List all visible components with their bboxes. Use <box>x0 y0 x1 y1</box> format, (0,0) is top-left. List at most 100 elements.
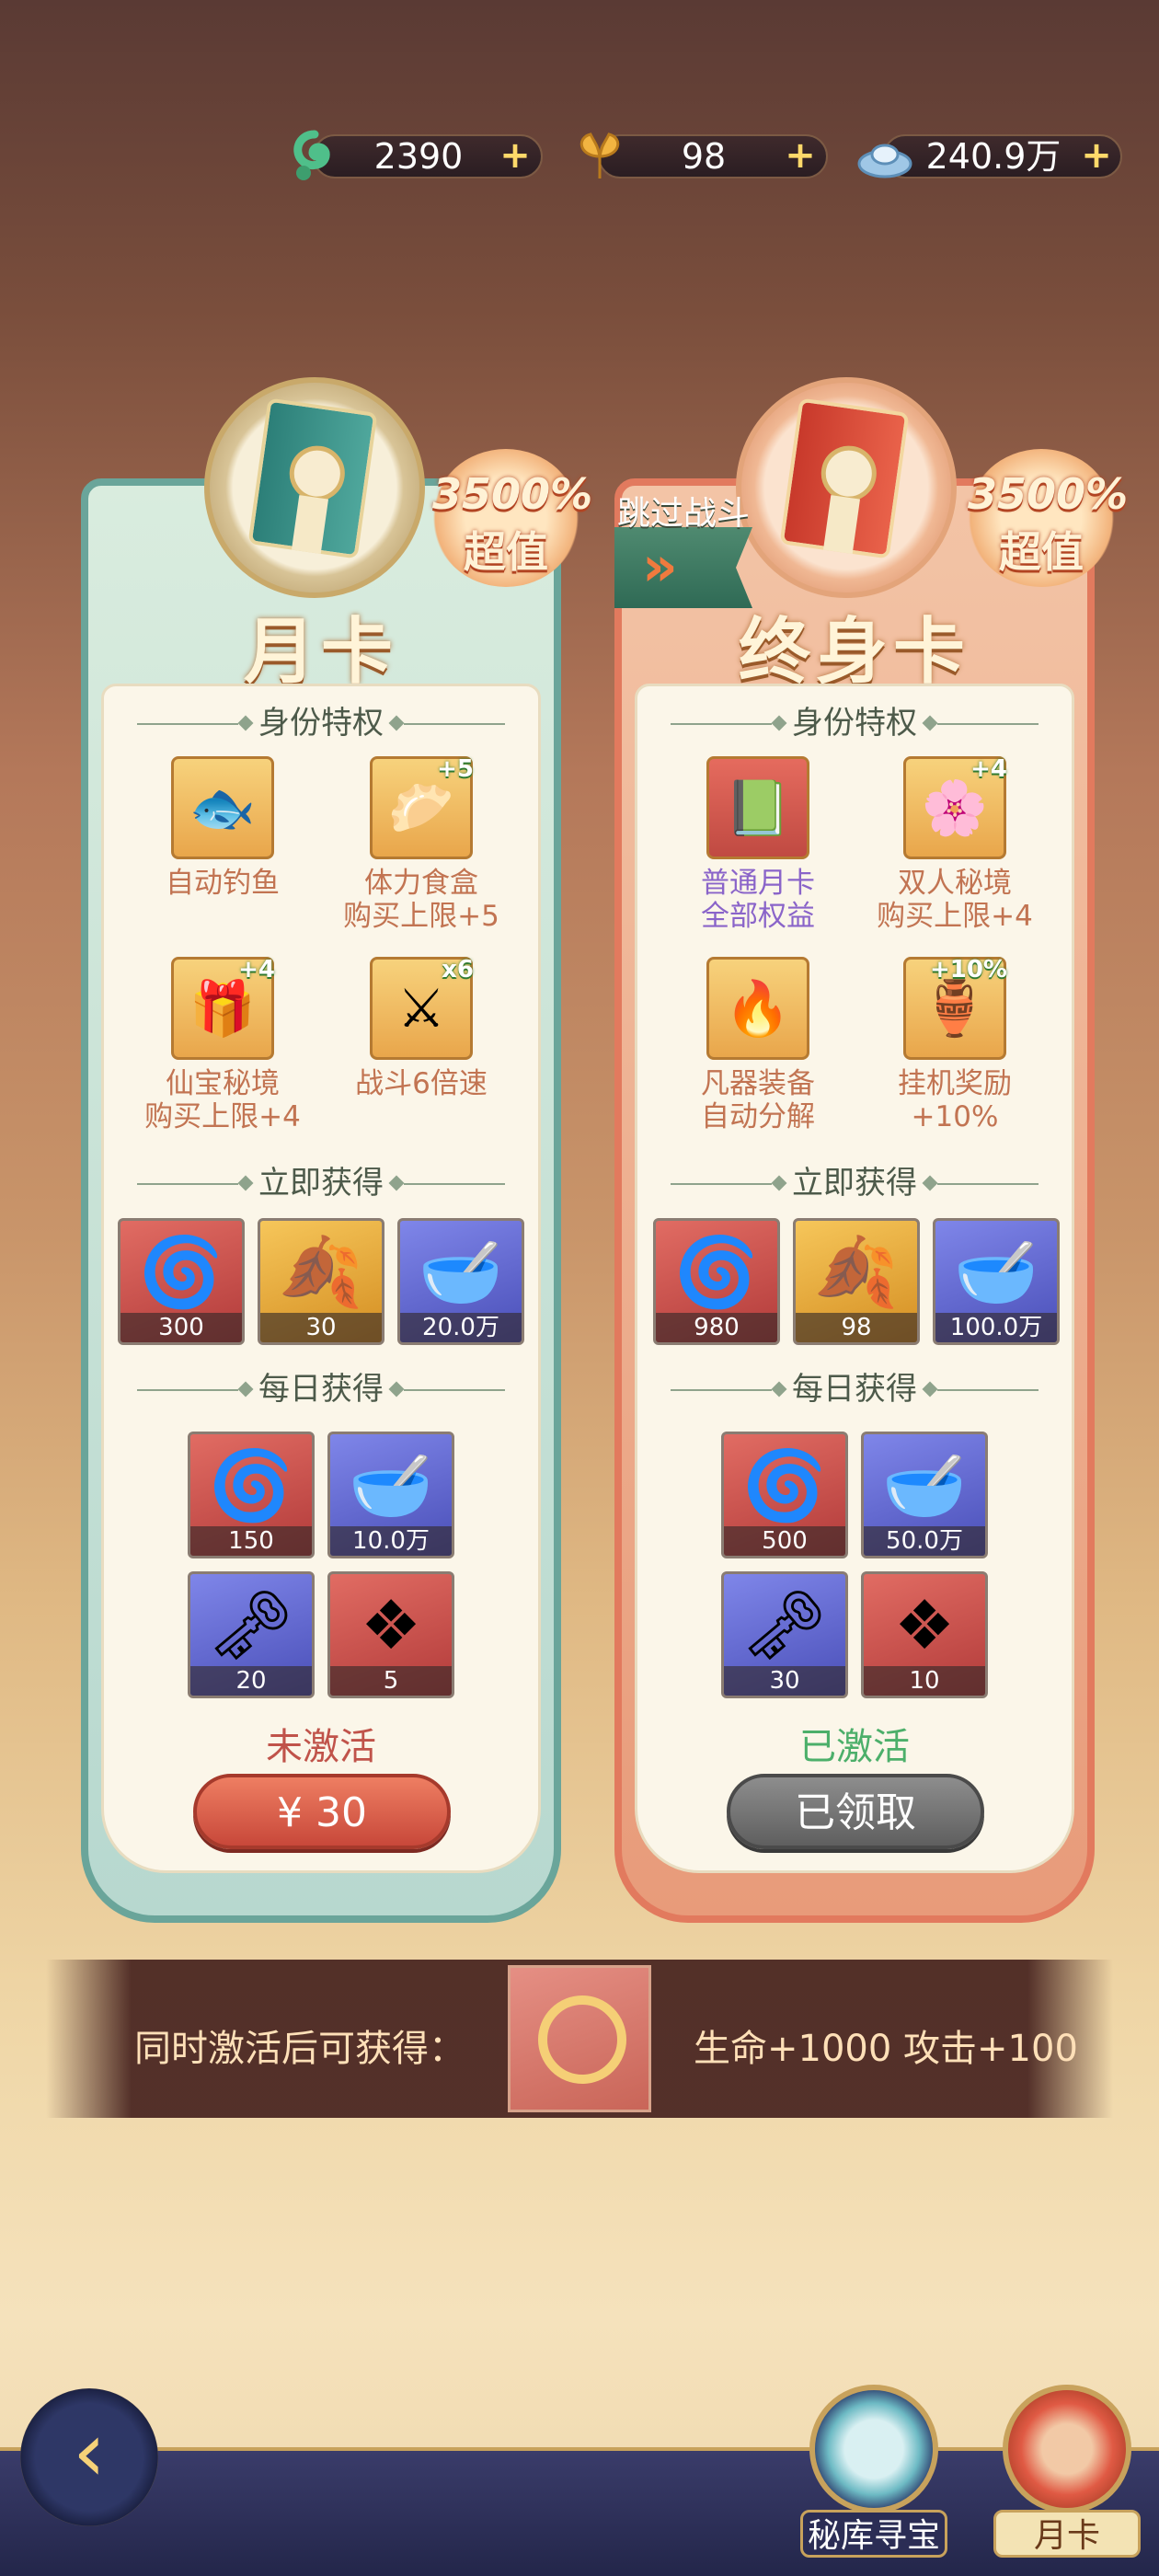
fire-swords-icon: 🔥 <box>724 976 792 1040</box>
reward-tile[interactable]: ❖ 10 <box>861 1571 988 1698</box>
koi-fish-icon: 🐟 <box>189 776 257 839</box>
reward-tile[interactable]: 🗝 30 <box>721 1571 848 1698</box>
lifetime-status: 已激活 <box>799 1726 910 1768</box>
fast-forward-icon: » <box>642 535 678 599</box>
reward-tile[interactable]: ❖ 5 <box>327 1571 454 1698</box>
buy-monthly-button[interactable]: ¥ 30 <box>193 1774 451 1849</box>
lifetime-badge-pct: 3500% <box>968 469 1129 519</box>
monthly-daily-header: 每日获得 <box>137 1371 505 1408</box>
red-gem-icon: ❖ <box>360 1586 422 1665</box>
flag-icon <box>614 527 752 608</box>
teal-book-icon <box>247 397 378 559</box>
reward-count: 150 <box>190 1526 312 1556</box>
monthly-badge-label: 超值 <box>464 527 548 577</box>
jade-icon: 🌀 <box>741 1446 828 1525</box>
reward-count: 10 <box>864 1666 985 1696</box>
reward-count: 98 <box>796 1313 917 1342</box>
reward-tile[interactable]: 🌀 500 <box>721 1432 848 1558</box>
reward-tile[interactable]: 🌀 300 <box>118 1218 245 1345</box>
perk-double-realm[interactable]: 🌸 +4 双人秘境 购买上限+4 <box>863 755 1047 933</box>
red-book-icon <box>779 397 910 559</box>
silver-currency: 240.9万 + <box>855 129 1127 184</box>
back-arrow-icon[interactable]: ‹ <box>20 2388 158 2526</box>
silver-ingot-icon: 🥣 <box>953 1233 1039 1312</box>
reward-count: 5 <box>330 1666 452 1696</box>
red-gem-icon: ❖ <box>893 1586 956 1665</box>
reward-count: 100.0万 <box>935 1313 1057 1342</box>
perk-auto-fishing[interactable]: 🐟 自动钓鱼 <box>131 756 315 900</box>
perk-label: 凡器装备 自动分解 <box>701 1067 815 1133</box>
reward-tile[interactable]: 🥣 10.0万 <box>327 1432 454 1558</box>
monthly-instant-header: 立即获得 <box>137 1165 505 1202</box>
reward-count: 30 <box>724 1666 845 1696</box>
perk-label: 双人秘境 购买上限+4 <box>877 867 1033 933</box>
lifetime-badge-label: 超值 <box>999 527 1084 577</box>
treasure-hunt-tab[interactable]: 秘库寻宝 <box>800 2385 947 2569</box>
reward-count: 20.0万 <box>400 1313 522 1342</box>
lifetime-daily-header: 每日获得 <box>671 1371 1039 1408</box>
perk-label: 仙宝秘境 购买上限+4 <box>144 1067 301 1133</box>
reward-tile[interactable]: 🍂 30 <box>258 1218 384 1345</box>
add-leaf-button[interactable]: + <box>784 137 817 174</box>
jade-icon: 🌀 <box>673 1233 760 1312</box>
reward-tile[interactable]: 🗝 20 <box>188 1571 315 1698</box>
reward-count: 20 <box>190 1666 312 1696</box>
lifetime-privileges-header: 身份特权 <box>671 705 1039 742</box>
golden-key-icon: 🗝 <box>741 1586 828 1665</box>
add-jade-button[interactable]: + <box>499 137 532 174</box>
monthly-card-label: 月卡 <box>993 2510 1141 2558</box>
silver-ingot-icon: 🥣 <box>881 1446 968 1525</box>
combined-bonus-bar: 同时激活后可获得： 生命+1000 攻击+100 <box>46 1960 1113 2118</box>
silver-ingot-icon: 🥣 <box>418 1233 504 1312</box>
reward-tile[interactable]: 🌀 150 <box>188 1432 315 1558</box>
perk-tag: +4 <box>238 956 275 983</box>
bonus-reward: 生命+1000 攻击+100 <box>694 2028 1078 2070</box>
leaf-value: 98 <box>681 136 727 177</box>
red-book-icon <box>1003 2385 1131 2513</box>
perk-auto-dismantle[interactable]: 🔥 凡器装备 自动分解 <box>666 957 850 1133</box>
monthly-card-title: 月卡 <box>243 610 398 694</box>
reward-tile[interactable]: 🥣 50.0万 <box>861 1432 988 1558</box>
treasure-hunt-label: 秘库寻宝 <box>800 2510 947 2558</box>
jade-icon: 🌀 <box>208 1446 294 1525</box>
perk-treasure-realm[interactable]: 🎁 +4 仙宝秘境 购买上限+4 <box>131 956 315 1133</box>
golden-key-icon: 🗝 <box>208 1586 294 1665</box>
reward-tile[interactable]: 🍂 98 <box>793 1218 920 1345</box>
reward-count: 980 <box>656 1313 777 1342</box>
add-silver-button[interactable]: + <box>1080 137 1113 174</box>
skip-battle-badge: » 跳过战斗 <box>605 483 762 612</box>
reward-tile[interactable]: 🌀 980 <box>653 1218 780 1345</box>
silver-value: 240.9万 <box>925 136 1061 177</box>
lifetime-value-badge: 3500% 超值 <box>968 449 1129 587</box>
reward-tile[interactable]: 🥣 20.0万 <box>397 1218 524 1345</box>
reward-count: 10.0万 <box>330 1526 452 1556</box>
silver-ingot-icon: 🥣 <box>348 1446 434 1525</box>
silver-ingot-icon <box>855 129 914 184</box>
golden-leaf-icon: 🍂 <box>813 1233 900 1312</box>
monthly-card-tab[interactable]: 月卡 <box>993 2385 1141 2569</box>
monthly-badge-pct: 3500% <box>432 469 593 519</box>
jade-currency: 2390 + <box>285 129 547 184</box>
bottom-nav <box>0 2447 1159 2576</box>
golden-ring-icon[interactable] <box>508 1965 651 2112</box>
perk-label: 战斗6倍速 <box>355 1067 488 1100</box>
reward-count: 50.0万 <box>864 1526 985 1556</box>
perk-label: 普通月卡 全部权益 <box>701 867 815 933</box>
perk-tag: x6 <box>442 956 474 983</box>
compass-icon <box>809 2385 938 2513</box>
perk-label: 挂机奖励 +10% <box>898 1067 1012 1133</box>
perk-battle-speed[interactable]: ⚔ x6 战斗6倍速 <box>329 956 513 1100</box>
perk-food-box[interactable]: 🥟 +5 体力食盒 购买上限+5 <box>329 755 513 933</box>
reward-tile[interactable]: 🥣 100.0万 <box>933 1218 1060 1345</box>
perk-monthly-benefits[interactable]: 📗 普通月卡 全部权益 <box>666 756 850 933</box>
reward-count: 300 <box>120 1313 242 1342</box>
skip-battle-label: 跳过战斗 <box>616 495 750 533</box>
lifetime-instant-header: 立即获得 <box>671 1165 1039 1202</box>
golden-leaf-icon <box>570 129 629 184</box>
perk-tag: +5 <box>437 755 474 783</box>
bonus-label: 同时激活后可获得： <box>134 2028 465 2070</box>
claimed-lifetime-button[interactable]: 已领取 <box>727 1774 984 1849</box>
perk-label: 体力食盒 购买上限+5 <box>343 867 499 933</box>
monthly-value-badge: 3500% 超值 <box>432 449 593 587</box>
perk-idle-reward[interactable]: 🏺 +10% 挂机奖励 +10% <box>863 956 1047 1133</box>
